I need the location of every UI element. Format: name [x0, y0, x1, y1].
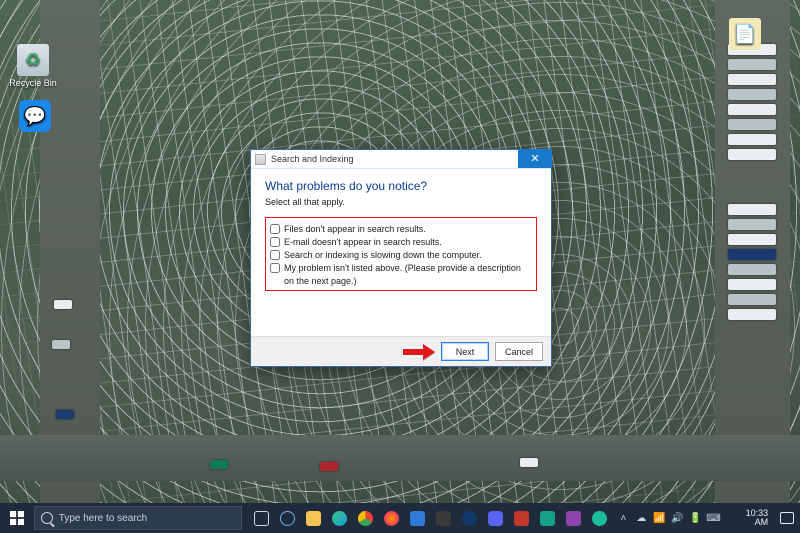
option-checkbox-2[interactable]	[270, 237, 280, 247]
taskbar-app-mail[interactable]	[404, 503, 430, 533]
window-icon	[255, 154, 266, 165]
scenery	[320, 462, 338, 471]
desktop-icon-chat-app[interactable]: 💬	[8, 100, 62, 134]
taskbar-clock[interactable]: 10:33 AM	[724, 509, 774, 528]
tray-onedrive-icon[interactable]: ☁	[634, 511, 648, 525]
option-label: E-mail doesn't appear in search results.	[284, 236, 442, 248]
taskbar-app-chrome[interactable]	[352, 503, 378, 533]
document-icon: 📄	[729, 18, 761, 50]
option-row[interactable]: Files don't appear in search results.	[270, 223, 532, 235]
action-center-button[interactable]	[774, 503, 800, 533]
search-placeholder: Type here to search	[59, 513, 147, 524]
scenery	[52, 340, 70, 349]
dialog-heading: What problems do you notice?	[265, 179, 537, 193]
taskbar-app-cortana[interactable]	[274, 503, 300, 533]
troubleshooter-dialog: Search and Indexing ✕ What problems do y…	[250, 149, 552, 367]
dialog-subheading: Select all that apply.	[265, 197, 537, 207]
scenery	[722, 200, 782, 340]
taskbar-app-explorer[interactable]	[300, 503, 326, 533]
desktop-icon-document[interactable]: 📄	[718, 18, 772, 52]
taskbar-app-store[interactable]	[430, 503, 456, 533]
next-button[interactable]: Next	[441, 342, 489, 361]
option-checkbox-3[interactable]	[270, 250, 280, 260]
scenery	[0, 435, 800, 481]
scenery	[722, 40, 782, 180]
search-icon	[41, 512, 53, 524]
option-row[interactable]: My problem isn't listed above. (Please p…	[270, 262, 532, 286]
system-tray: ˄ ☁ 📶 🔊 🔋 ⌨	[612, 511, 724, 525]
start-button[interactable]	[0, 503, 34, 533]
close-button[interactable]: ✕	[518, 149, 552, 168]
taskbar-search[interactable]: Type here to search	[34, 506, 243, 530]
taskbar-app-edge[interactable]	[326, 503, 352, 533]
scenery	[56, 410, 74, 419]
scenery	[54, 300, 72, 309]
option-row[interactable]: E-mail doesn't appear in search results.	[270, 236, 532, 248]
taskbar-app-generic-2[interactable]	[534, 503, 560, 533]
close-icon: ✕	[530, 152, 539, 165]
tray-volume-icon[interactable]: 🔊	[670, 511, 684, 525]
scenery	[520, 458, 538, 467]
taskbar-app-generic-1[interactable]	[508, 503, 534, 533]
scenery	[210, 460, 228, 469]
desktop-icon-label: Recycle Bin	[6, 78, 60, 88]
desktop-icon-recycle-bin[interactable]: ♻ Recycle Bin	[6, 44, 60, 88]
cancel-button[interactable]: Cancel	[495, 342, 543, 361]
option-label: Files don't appear in search results.	[284, 223, 426, 235]
option-checkbox-1[interactable]	[270, 224, 280, 234]
taskbar-app-generic-3[interactable]	[560, 503, 586, 533]
dialog-title: Search and Indexing	[271, 154, 354, 164]
chat-icon: 💬	[19, 100, 51, 132]
options-highlight-box: Files don't appear in search results. E-…	[265, 217, 537, 291]
tray-battery-icon[interactable]: 🔋	[688, 511, 702, 525]
option-label: Search or indexing is slowing down the c…	[284, 249, 482, 261]
taskbar-app-generic-4[interactable]	[586, 503, 612, 533]
tray-language-icon[interactable]: ⌨	[706, 511, 720, 525]
taskbar: Type here to search ˄ ☁ 📶 🔊 🔋 ⌨ 10:33 AM	[0, 503, 800, 533]
taskbar-pinned-apps	[248, 503, 612, 533]
dialog-footer: Next Cancel	[251, 336, 551, 366]
taskbar-app-discord[interactable]	[482, 503, 508, 533]
tray-overflow-button[interactable]: ˄	[616, 511, 630, 525]
windows-logo-icon	[10, 511, 24, 525]
notification-icon	[780, 512, 794, 524]
annotation-arrow-icon	[403, 343, 437, 360]
recycle-bin-icon: ♻	[17, 44, 49, 76]
task-view-button[interactable]	[248, 503, 274, 533]
taskbar-app-firefox[interactable]	[378, 503, 404, 533]
tray-network-icon[interactable]: 📶	[652, 511, 666, 525]
option-label: My problem isn't listed above. (Please p…	[284, 262, 532, 286]
dialog-body: What problems do you notice? Select all …	[251, 169, 551, 336]
dialog-titlebar[interactable]: Search and Indexing ✕	[251, 150, 551, 169]
option-row[interactable]: Search or indexing is slowing down the c…	[270, 249, 532, 261]
taskbar-app-steam[interactable]	[456, 503, 482, 533]
clock-time: 10:33 AM	[730, 509, 768, 528]
option-checkbox-4[interactable]	[270, 263, 280, 273]
